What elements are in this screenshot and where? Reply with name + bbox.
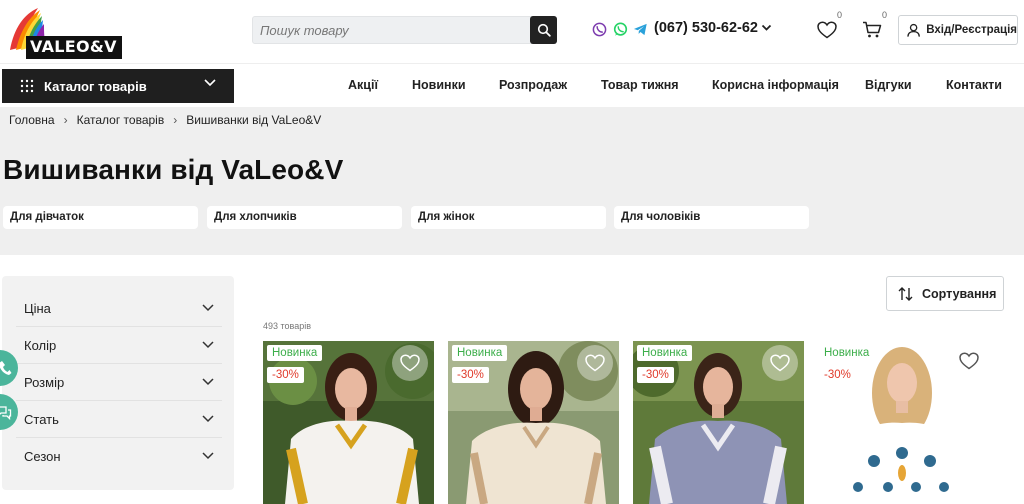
badge-new: Новинка (267, 345, 323, 361)
sort-button[interactable]: Сортування (886, 276, 1004, 311)
logo-text: VALEO&V (26, 36, 122, 59)
cart-icon (863, 21, 882, 38)
chevron-down-icon (202, 304, 214, 312)
badge-discount: -30% (267, 367, 304, 383)
filter-season[interactable]: Сезон (16, 438, 222, 475)
filter-label: Стать (24, 411, 59, 427)
logo[interactable]: VALEO&V (8, 6, 122, 59)
search-icon (537, 23, 551, 37)
badge-discount: -30% (637, 367, 674, 383)
add-to-wishlist-button[interactable] (762, 345, 798, 381)
wishlist-button[interactable] (815, 18, 839, 42)
phone-text: (067) 530-62-62 (654, 20, 758, 36)
filter-label: Колір (24, 337, 57, 353)
subcategory-men[interactable]: Для чоловіків (614, 206, 809, 229)
site-header: VALEO&V (067) 530-62-62 0 0 Вхід/Реєстра… (0, 0, 1024, 62)
filter-color[interactable]: Колір (16, 327, 222, 364)
add-to-wishlist-button[interactable] (577, 345, 613, 381)
shirt-body (466, 422, 606, 504)
phone-icon (0, 361, 12, 375)
chevron-down-icon (204, 79, 216, 87)
search-box (252, 16, 557, 44)
add-to-wishlist-button[interactable] (392, 345, 428, 381)
nav-item-promotions[interactable]: Акції (348, 78, 378, 92)
heart-icon (585, 354, 605, 372)
chevron-down-icon (761, 24, 772, 31)
phone-number[interactable]: (067) 530-62-62 (654, 20, 772, 36)
heart-icon (400, 354, 420, 372)
badge-discount: -30% (824, 369, 851, 381)
breadcrumb-home[interactable]: Головна (9, 113, 55, 127)
search-button[interactable] (530, 16, 557, 44)
chevron-down-icon (202, 341, 214, 349)
subcategory-boys[interactable]: Для хлопчиків (207, 206, 402, 229)
breadcrumb: Головна › Каталог товарів › Вишиванки від Va… (9, 113, 321, 127)
badge-new: Новинка (824, 347, 870, 359)
sort-icon (898, 286, 913, 301)
main-nav: Каталог товарів Акції Новинки Розпродаж … (0, 63, 1024, 107)
product-card-3[interactable]: Новинка -30% (633, 341, 804, 504)
login-button[interactable]: Вхід/Реєстрація (898, 15, 1018, 45)
nav-item-useful-info[interactable]: Корисна інформація (712, 78, 839, 92)
add-to-wishlist-button[interactable] (957, 349, 981, 373)
login-label: Вхід/Реєстрація (926, 24, 1017, 36)
catalog-label: Каталог товарів (44, 78, 147, 94)
badge-new: Новинка (452, 345, 508, 361)
whatsapp-icon[interactable] (612, 21, 628, 37)
breadcrumb-current: Вишиванки від VaLeo&V (186, 113, 322, 127)
cart-button[interactable] (860, 18, 884, 42)
search-input[interactable] (253, 17, 531, 43)
chevron-down-icon (202, 378, 214, 386)
heart-icon (817, 21, 837, 39)
breadcrumb-catalog[interactable]: Каталог товарів (77, 113, 165, 127)
product-card-1[interactable]: Новинка -30% (263, 341, 434, 504)
badge-new: Новинка (637, 345, 693, 361)
filter-size[interactable]: Розмір (16, 364, 222, 401)
cart-count: 0 (882, 10, 888, 20)
page-title: Вишиванки від VaLeo&V (3, 154, 344, 185)
heart-icon (770, 354, 790, 372)
sort-label: Сортування (922, 286, 997, 301)
product-card-2[interactable]: Новинка -30% (448, 341, 619, 504)
viber-icon[interactable] (591, 21, 607, 37)
telegram-icon[interactable] (632, 21, 648, 37)
nav-item-contacts[interactable]: Контакти (946, 78, 1002, 92)
heart-icon (959, 352, 979, 370)
product-card-4[interactable]: Новинка -30% (818, 341, 989, 504)
filter-price[interactable]: Ціна (16, 290, 222, 327)
nav-item-sale[interactable]: Розпродаж (499, 78, 567, 92)
wishlist-count: 0 (837, 10, 843, 20)
subcategory-women[interactable]: Для жінок (411, 206, 606, 229)
chevron-down-icon (202, 452, 214, 460)
nav-item-product-of-week[interactable]: Товар тижня (601, 78, 679, 92)
filter-gender[interactable]: Стать (16, 401, 222, 438)
filter-label: Розмір (24, 374, 65, 390)
user-icon (907, 23, 920, 37)
chat-icon (0, 405, 12, 420)
badge-discount: -30% (452, 367, 489, 383)
items-count: 493 товарів (263, 321, 312, 331)
breadcrumb-separator: › (173, 113, 178, 127)
chevron-down-icon (202, 415, 214, 423)
filters-panel: Ціна Колір Розмір Стать Сезон (2, 276, 234, 490)
nav-item-reviews[interactable]: Відгуки (865, 78, 912, 92)
catalog-button[interactable]: Каталог товарів (2, 69, 234, 103)
breadcrumb-separator: › (63, 113, 68, 127)
subcategory-girls[interactable]: Для дівчаток (3, 206, 198, 229)
grid-icon (20, 79, 34, 93)
filter-label: Сезон (24, 449, 61, 464)
filter-label: Ціна (24, 300, 51, 316)
nav-item-new[interactable]: Новинки (412, 78, 466, 92)
